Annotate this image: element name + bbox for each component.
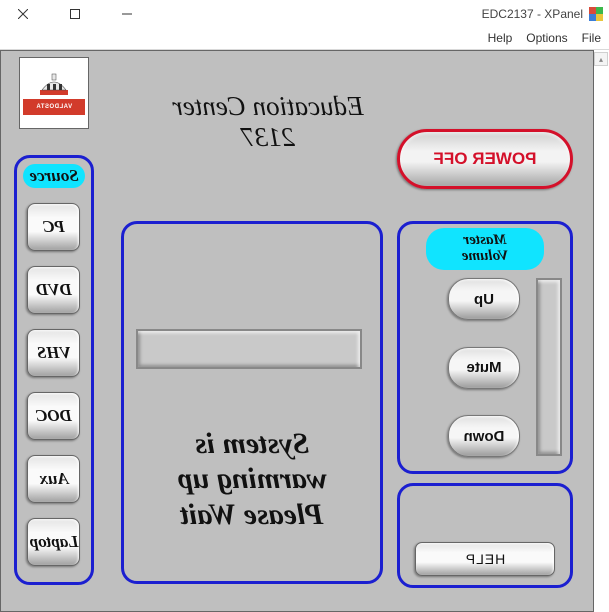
master-volume-title: Master Volume bbox=[426, 228, 544, 270]
source-dvd-button[interactable]: DVD bbox=[28, 266, 81, 314]
menu-bar: Help Options File bbox=[0, 27, 609, 49]
app-window: EDC2137 - XPanel Help Options File ▴ bbox=[0, 0, 609, 612]
logo-text: VALDOSTA bbox=[23, 99, 85, 115]
source-laptop-button[interactable]: Laptop bbox=[28, 518, 81, 566]
source-doc-button[interactable]: DOC bbox=[28, 392, 81, 440]
menu-help[interactable]: Help bbox=[488, 31, 513, 45]
panel-surface: VALDOSTA Education Center 2137 POWER OFF… bbox=[0, 50, 594, 612]
menu-options[interactable]: Options bbox=[526, 31, 567, 45]
maximize-button[interactable] bbox=[58, 3, 92, 25]
volume-up-button[interactable]: Up bbox=[448, 278, 520, 320]
content-shell: ▴ VALDOSTA Education Center 2137 bbox=[0, 50, 609, 612]
volume-down-button[interactable]: Down bbox=[448, 415, 520, 457]
menu-file[interactable]: File bbox=[582, 31, 601, 45]
dome-icon bbox=[36, 72, 72, 96]
center-panel: System is warming up Please Wait bbox=[121, 221, 383, 584]
progress-slot bbox=[136, 329, 362, 369]
title-bar: EDC2137 - XPanel bbox=[0, 0, 609, 27]
app-icon bbox=[589, 7, 603, 21]
logo: VALDOSTA bbox=[19, 57, 89, 129]
volume-mute-button[interactable]: Mute bbox=[448, 347, 520, 389]
source-panel: Source PC DVD VHS DOC Aux Laptop bbox=[14, 155, 94, 585]
source-vhs-button[interactable]: VHS bbox=[28, 329, 81, 377]
window-title: EDC2137 - XPanel bbox=[482, 7, 583, 21]
scrollbar-up-button[interactable]: ▴ bbox=[594, 52, 608, 66]
close-button[interactable] bbox=[6, 3, 40, 25]
volume-level-bar bbox=[536, 278, 562, 456]
minimize-button[interactable] bbox=[110, 3, 144, 25]
status-text: System is warming up Please Wait bbox=[124, 426, 380, 532]
help-button[interactable]: HELP bbox=[415, 542, 555, 576]
page-title: Education Center 2137 bbox=[143, 91, 393, 153]
power-off-button[interactable]: POWER OFF bbox=[397, 129, 573, 189]
source-title: Source bbox=[23, 164, 85, 188]
master-volume-panel: Master Volume Up Mute Down bbox=[397, 221, 573, 474]
source-aux-button[interactable]: Aux bbox=[28, 455, 81, 503]
source-pc-button[interactable]: PC bbox=[28, 203, 81, 251]
help-panel: HELP bbox=[397, 483, 573, 588]
